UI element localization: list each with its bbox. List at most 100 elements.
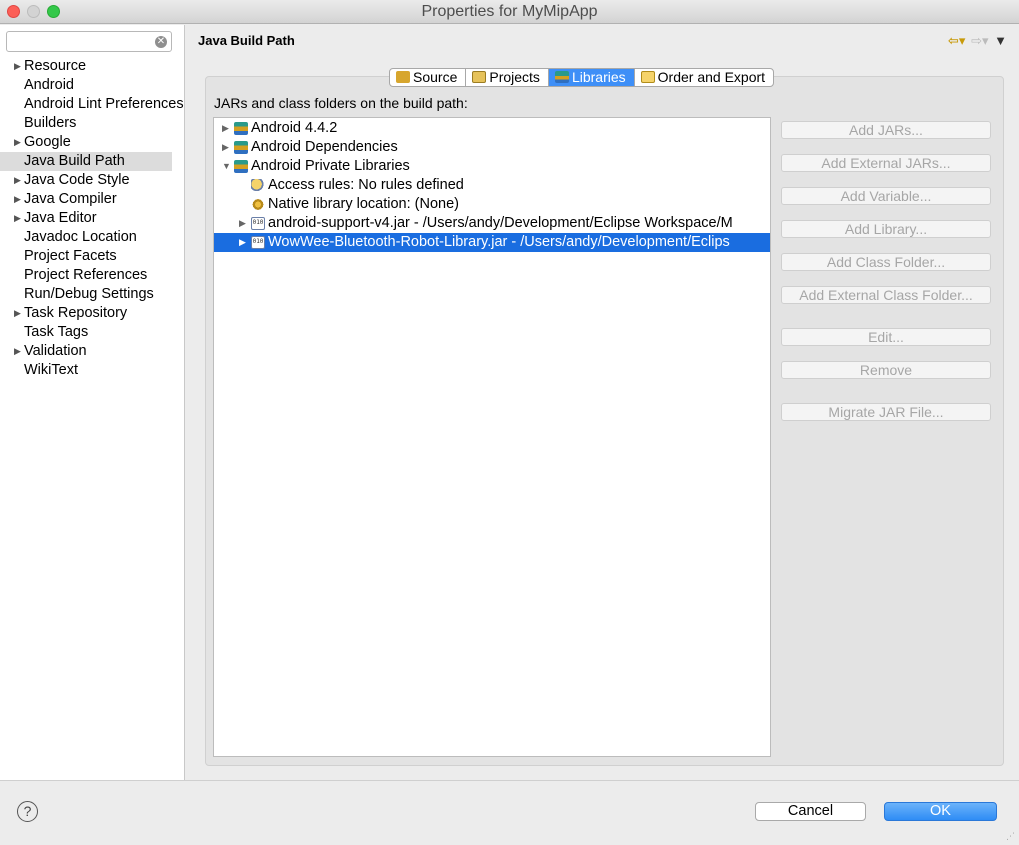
- expand-arrow-icon[interactable]: ▶: [14, 57, 21, 76]
- sidebar-item[interactable]: Android Lint Preferences: [0, 95, 184, 114]
- edit-button[interactable]: Edit...: [781, 328, 991, 346]
- migrate-jar-button[interactable]: Migrate JAR File...: [781, 403, 991, 421]
- projects-icon: [472, 71, 487, 83]
- libraries-icon: [554, 71, 569, 83]
- tab-source[interactable]: Source: [390, 69, 467, 86]
- sidebar-item[interactable]: ▶ Validation: [0, 342, 184, 361]
- forward-arrow-icon[interactable]: ⇨▾: [971, 33, 988, 49]
- resize-grip-icon[interactable]: ⋰: [1006, 831, 1015, 842]
- help-icon[interactable]: ?: [17, 801, 38, 822]
- add-class-folder-button[interactable]: Add Class Folder...: [781, 253, 991, 271]
- sidebar-item[interactable]: ▶ Task Repository: [0, 304, 184, 323]
- sidebar-item[interactable]: Java Build Path: [0, 152, 172, 171]
- tree-node[interactable]: ▶ Android 4.4.2: [214, 119, 770, 138]
- sidebar-item[interactable]: Task Tags: [0, 323, 184, 342]
- order-export-icon: [640, 71, 655, 83]
- add-variable-button[interactable]: Add Variable...: [781, 187, 991, 205]
- sidebar-item-label: Javadoc Location: [24, 229, 137, 245]
- expand-arrow-icon[interactable]: ▶: [222, 138, 232, 157]
- tree-node-label: Android 4.4.2: [251, 120, 338, 136]
- sidebar-item[interactable]: ▶ Java Compiler: [0, 190, 184, 209]
- sidebar-item[interactable]: ▶ Java Code Style: [0, 171, 184, 190]
- sidebar-item[interactable]: Project References: [0, 266, 184, 285]
- tree-node-label: Native library location: (None): [268, 196, 459, 212]
- expand-arrow-icon[interactable]: ▶: [14, 190, 21, 209]
- tab-projects[interactable]: Projects: [466, 69, 549, 86]
- expand-arrow-icon[interactable]: ▶: [14, 171, 21, 190]
- native-library-icon: [251, 198, 265, 211]
- page-title: Java Build Path: [198, 33, 295, 48]
- sidebar-item-label: Resource: [24, 58, 87, 74]
- clear-filter-icon[interactable]: ✕: [155, 36, 167, 48]
- tree-node[interactable]: ▶ 010 WowWee-Bluetooth-Robot-Library.jar -…: [214, 233, 770, 252]
- sidebar-item[interactable]: ▶ Google: [0, 133, 184, 152]
- section-label: JARs and class folders on the build path…: [214, 95, 468, 111]
- sidebar-item[interactable]: ▶ Resource: [0, 57, 184, 76]
- sidebar-item-label: Task Repository: [24, 305, 128, 321]
- collapse-arrow-icon[interactable]: ▼: [222, 157, 232, 176]
- sidebar-item-label: WikiText: [24, 362, 78, 378]
- sidebar-item[interactable]: Run/Debug Settings: [0, 285, 184, 304]
- title-bar: Properties for MyMipApp: [0, 0, 1019, 24]
- sidebar-item-label: Validation: [24, 343, 87, 359]
- expand-arrow-icon[interactable]: ▶: [239, 233, 249, 252]
- sidebar-item-label: Project Facets: [24, 248, 117, 264]
- expand-arrow-icon[interactable]: ▶: [222, 119, 232, 138]
- tree-node-label: Android Dependencies: [251, 139, 398, 155]
- sidebar-item-label: Builders: [24, 115, 77, 131]
- sidebar-item[interactable]: Project Facets: [0, 247, 184, 266]
- sidebar-item[interactable]: WikiText: [0, 361, 184, 380]
- sidebar-item[interactable]: ▶ Java Editor: [0, 209, 184, 228]
- expand-arrow-icon[interactable]: ▶: [14, 304, 21, 323]
- sidebar-item-label: Java Compiler: [24, 191, 117, 207]
- tree-node-label: Android Private Libraries: [251, 158, 410, 174]
- tree-node-label: WowWee-Bluetooth-Robot-Library.jar - /Us…: [268, 234, 730, 250]
- tree-node[interactable]: Access rules: No rules defined: [214, 176, 770, 195]
- source-folder-icon: [396, 71, 410, 83]
- tab-label: Projects: [489, 69, 540, 85]
- sidebar-item-label: Android Lint Preferences: [24, 96, 184, 112]
- tab-libraries[interactable]: Libraries: [548, 69, 635, 86]
- tab-order-and-export[interactable]: Order and Export: [635, 69, 773, 86]
- sidebar-item[interactable]: Builders: [0, 114, 184, 133]
- properties-sidebar: ✕ ▶ Resource Android Android Lint Preferenc…: [0, 25, 185, 780]
- add-external-jars-button[interactable]: Add External JARs...: [781, 154, 991, 172]
- add-jars-button[interactable]: Add JARs...: [781, 121, 991, 139]
- sidebar-item[interactable]: Javadoc Location: [0, 228, 184, 247]
- tree-node-label: Access rules: No rules defined: [268, 177, 464, 193]
- tree-node[interactable]: ▶ Android Dependencies: [214, 138, 770, 157]
- build-path-tree[interactable]: ▶ Android 4.4.2 ▶ Android Dependencies ▼ Andr…: [213, 117, 771, 757]
- tab-bar: Source Projects Libraries Order and Export: [389, 68, 775, 87]
- tree-node[interactable]: ▼ Android Private Libraries: [214, 157, 770, 176]
- sidebar-item-label: Android: [24, 77, 74, 93]
- filter-input[interactable]: [6, 31, 172, 52]
- sidebar-item-label: Java Editor: [24, 210, 97, 226]
- expand-arrow-icon[interactable]: ▶: [239, 214, 249, 233]
- library-icon: [234, 122, 248, 135]
- ok-button[interactable]: OK: [884, 802, 997, 821]
- tab-label: Libraries: [571, 69, 626, 85]
- tree-node[interactable]: Native library location: (None): [214, 195, 770, 214]
- cancel-button[interactable]: Cancel: [755, 802, 866, 821]
- library-icon: [234, 141, 248, 154]
- remove-button[interactable]: Remove: [781, 361, 991, 379]
- add-library-button[interactable]: Add Library...: [781, 220, 991, 238]
- jar-icon: 010: [251, 236, 265, 249]
- jar-icon: 010: [251, 217, 265, 230]
- dialog-footer: ? Cancel OK ⋰: [0, 780, 1019, 845]
- view-menu-icon[interactable]: ▼: [994, 33, 1007, 48]
- sidebar-item-label: Project References: [24, 267, 148, 283]
- expand-arrow-icon[interactable]: ▶: [14, 342, 21, 361]
- property-page-list: ▶ Resource Android Android Lint Preferences…: [0, 57, 184, 380]
- expand-arrow-icon[interactable]: ▶: [14, 209, 21, 228]
- history-nav: ⇦▾ ⇨▾ ▼: [946, 33, 1007, 49]
- page-header: Java Build Path ⇦▾ ⇨▾ ▼: [186, 25, 1019, 61]
- sidebar-item-label: Task Tags: [24, 324, 89, 340]
- tree-node[interactable]: ▶ 010 android-support-v4.jar - /Users/andy…: [214, 214, 770, 233]
- add-external-class-folder-button[interactable]: Add External Class Folder...: [781, 286, 991, 304]
- sidebar-item[interactable]: Android: [0, 76, 184, 95]
- tab-label: Order and Export: [657, 69, 766, 85]
- window-title: Properties for MyMipApp: [421, 3, 598, 20]
- back-arrow-icon[interactable]: ⇦▾: [948, 33, 965, 49]
- expand-arrow-icon[interactable]: ▶: [14, 133, 21, 152]
